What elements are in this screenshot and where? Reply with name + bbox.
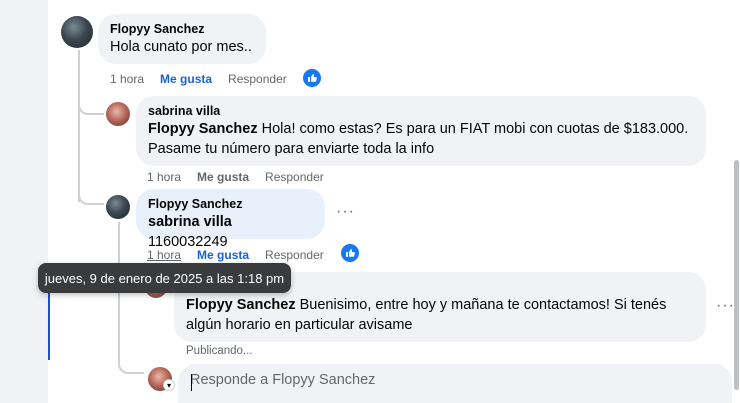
publishing-status: Publicando... (186, 345, 253, 357)
comment-text: Hola cunato por mes.. (110, 39, 252, 55)
mention-link[interactable]: Flopyy Sanchez (148, 121, 258, 137)
mention-link[interactable]: Flopyy Sanchez (186, 297, 296, 313)
like-thumb-icon[interactable] (303, 69, 321, 87)
chevron-down-icon[interactable]: ▾ (163, 379, 175, 391)
more-options-icon[interactable]: ··· (336, 203, 355, 221)
like-button[interactable]: Me gusta (197, 248, 249, 262)
comment-time[interactable]: 1 hora (110, 72, 144, 86)
comment-text: Flopyy Sanchez Hola! como estas? Es para… (148, 121, 688, 157)
comment-time[interactable]: 1 hora (147, 248, 181, 262)
like-button[interactable]: Me gusta (197, 170, 249, 184)
comment-actions: 1 hora Me gusta Responder (147, 170, 324, 184)
comment-actions: 1 hora Me gusta Responder (110, 72, 287, 86)
comment-author[interactable]: sabrina villa (148, 103, 694, 119)
scrollbar-thumb[interactable] (734, 160, 739, 390)
reply-input[interactable] (190, 372, 590, 388)
comment-bubble: Flopyy Sanchez Hola cunato por mes.. (98, 14, 266, 64)
mention-link[interactable]: sabrina villa (148, 214, 232, 230)
timestamp-tooltip: jueves, 9 de enero de 2025 a las 1:18 pm (38, 263, 291, 293)
comment-author[interactable]: Flopyy Sanchez (148, 196, 313, 212)
text-caret (191, 374, 192, 391)
like-thumb-icon[interactable] (341, 244, 359, 262)
focus-indicator (48, 290, 50, 360)
reply-composer[interactable] (178, 364, 732, 403)
like-button[interactable]: Me gusta (160, 72, 212, 86)
comment-bubble: sabrina villa Flopyy Sanchez Hola! como … (136, 96, 706, 166)
avatar[interactable] (106, 195, 130, 219)
thread-elbow (78, 60, 104, 115)
reply-button[interactable]: Responder (228, 72, 287, 86)
reply-button[interactable]: Responder (265, 170, 324, 184)
comment-text: Flopyy Sanchez Buenisimo, entre hoy y ma… (186, 297, 666, 333)
comment-bubble: Flopyy Sanchez sabrina villa 1160032249 (136, 189, 325, 250)
comment-time[interactable]: 1 hora (147, 170, 181, 184)
avatar[interactable] (61, 16, 93, 48)
comment-author[interactable]: Flopyy Sanchez (110, 21, 254, 37)
more-options-icon[interactable]: ··· (716, 297, 735, 315)
comment-text: sabrina villa 1160032249 (148, 214, 232, 250)
avatar[interactable] (106, 102, 130, 126)
thread-elbow (78, 150, 104, 205)
reply-button[interactable]: Responder (265, 248, 324, 262)
comment-actions: 1 hora Me gusta Responder (147, 248, 324, 262)
thread-elbow (118, 340, 144, 374)
